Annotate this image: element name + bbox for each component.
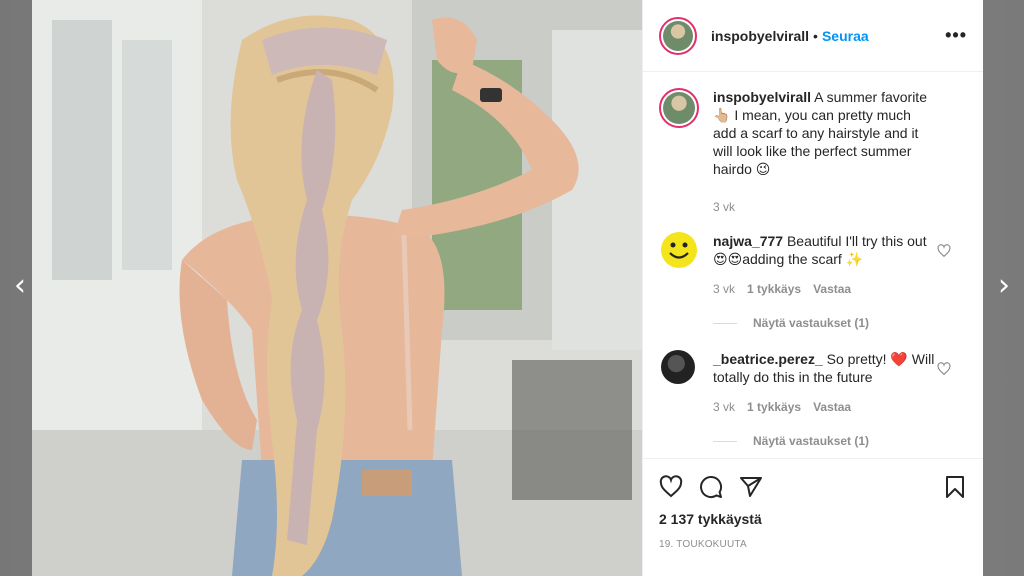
comment-text: najwa_777 Beautiful I'll try this out😍😍a… — [713, 232, 937, 268]
next-post-arrow-icon[interactable]: › — [992, 271, 1016, 301]
smiley-face-icon — [669, 242, 689, 259]
caption-meta: 3 vk — [713, 200, 937, 214]
comment-time[interactable]: 3 vk — [713, 400, 735, 414]
smiley-avatar[interactable] — [661, 232, 697, 268]
header-separator: • — [813, 27, 818, 44]
caption: inspobyelvirall A summer favorite 👆🏼 I m… — [659, 88, 967, 214]
post-photo-illustration — [32, 0, 642, 576]
comment-meta: 3 vk 1 tykkäys Vastaa — [713, 282, 937, 296]
caption-username[interactable]: inspobyelvirall — [713, 89, 811, 105]
comment-meta: 3 vk 1 tykkäys Vastaa — [713, 400, 937, 414]
more-options-icon[interactable]: ••• — [945, 25, 967, 46]
comment-item: najwa_777 Beautiful I'll try this out😍😍a… — [659, 232, 967, 296]
follow-button[interactable]: Seuraa — [822, 28, 869, 44]
comment-item: _beatrice.perez_ So pretty! ❤️ Will tota… — [659, 350, 967, 414]
comment-username[interactable]: najwa_777 — [713, 233, 783, 249]
post-actions-section: 2 137 tykkäystä 19. TOUKOKUUTA — [643, 458, 983, 576]
share-icon[interactable] — [739, 475, 763, 499]
caption-time[interactable]: 3 vk — [713, 200, 735, 214]
bookmark-icon[interactable] — [943, 475, 967, 499]
post-photo[interactable] — [32, 0, 642, 576]
comment-time[interactable]: 3 vk — [713, 282, 735, 296]
comment-text: _beatrice.perez_ So pretty! ❤️ Will tota… — [713, 350, 937, 386]
view-replies-button[interactable]: Näytä vastaukset (1) — [713, 434, 967, 448]
heart-icon[interactable] — [659, 475, 683, 499]
replies-divider — [713, 440, 737, 442]
view-replies-label: Näytä vastaukset (1) — [753, 316, 870, 330]
comments-list[interactable]: inspobyelvirall A summer favorite 👆🏼 I m… — [643, 72, 983, 458]
caption-avatar[interactable] — [659, 88, 699, 128]
reply-button[interactable]: Vastaa — [813, 400, 851, 414]
view-replies-label: Näytä vastaukset (1) — [753, 434, 870, 448]
post-sidebar: inspobyelvirall • Seuraa ••• inspobyelvi… — [642, 0, 983, 576]
comment-heart-icon[interactable] — [937, 362, 951, 376]
post-header: inspobyelvirall • Seuraa ••• — [643, 0, 983, 72]
caption-text: inspobyelvirall A summer favorite 👆🏼 I m… — [713, 88, 937, 178]
comment-username[interactable]: _beatrice.perez_ — [713, 351, 823, 367]
previous-post-arrow-icon[interactable]: ‹ — [8, 271, 32, 301]
comment-like-count[interactable]: 1 tykkäys — [747, 400, 801, 414]
comment-icon[interactable] — [699, 475, 723, 499]
author-username[interactable]: inspobyelvirall — [711, 28, 809, 44]
likes-count[interactable]: 2 137 tykkäystä — [659, 511, 967, 527]
reply-button[interactable]: Vastaa — [813, 282, 851, 296]
comment-heart-icon[interactable] — [937, 244, 951, 258]
replies-divider — [713, 322, 737, 324]
comment-like-count[interactable]: 1 tykkäys — [747, 282, 801, 296]
action-bar — [659, 467, 967, 507]
commenter-avatar[interactable] — [661, 350, 695, 384]
author-avatar[interactable] — [659, 16, 697, 55]
view-replies-button[interactable]: Näytä vastaukset (1) — [713, 316, 967, 330]
post-modal: inspobyelvirall • Seuraa ••• inspobyelvi… — [32, 0, 983, 576]
post-date[interactable]: 19. TOUKOKUUTA — [659, 539, 967, 550]
